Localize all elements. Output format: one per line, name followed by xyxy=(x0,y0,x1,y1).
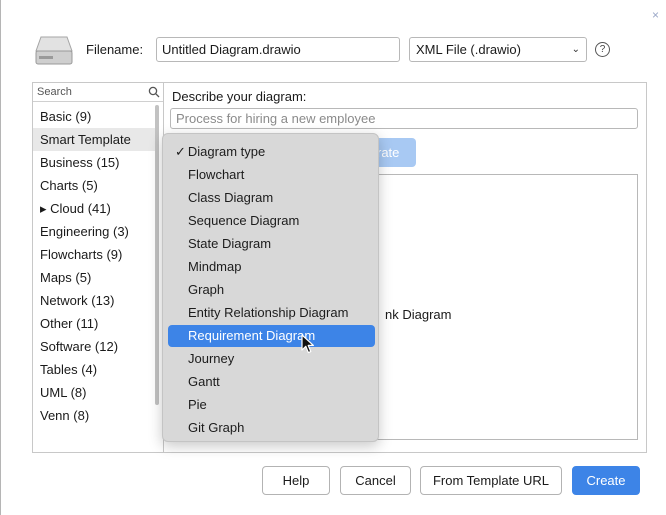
menu-item-gantt[interactable]: Gantt xyxy=(168,371,375,393)
category-tables[interactable]: Tables (4) xyxy=(33,358,157,381)
category-uml[interactable]: UML (8) xyxy=(33,381,157,404)
category-charts[interactable]: Charts (5) xyxy=(33,174,157,197)
menu-item-git-graph[interactable]: Git Graph xyxy=(168,417,375,439)
category-cloud[interactable]: ▸ Cloud (41) xyxy=(33,197,157,220)
menu-item-requirement-diagram[interactable]: Requirement Diagram xyxy=(168,325,375,347)
menu-item-diagram-type[interactable]: ✓ Diagram type xyxy=(168,141,375,163)
filename-input[interactable] xyxy=(156,37,400,62)
hard-drive-icon xyxy=(35,36,73,65)
menu-item-flowchart[interactable]: Flowchart xyxy=(168,164,375,186)
menu-item-sequence-diagram[interactable]: Sequence Diagram xyxy=(168,210,375,232)
filename-label: Filename: xyxy=(86,42,144,57)
dialog-border xyxy=(0,0,1,515)
cancel-button[interactable]: Cancel xyxy=(340,466,411,495)
menu-item-graph[interactable]: Graph xyxy=(168,279,375,301)
category-smart-template[interactable]: Smart Template xyxy=(33,128,157,151)
menu-item-state-diagram[interactable]: State Diagram xyxy=(168,233,375,255)
menu-item-entity-relationship[interactable]: Entity Relationship Diagram xyxy=(168,302,375,324)
search-icon[interactable] xyxy=(148,86,160,98)
create-button[interactable]: Create xyxy=(572,466,640,495)
diagram-type-menu: ✓ Diagram type Flowchart Class Diagram Se… xyxy=(162,133,379,442)
category-other[interactable]: Other (11) xyxy=(33,312,157,335)
mouse-pointer-icon xyxy=(301,334,314,354)
category-software[interactable]: Software (12) xyxy=(33,335,157,358)
chevron-down-icon: ⌄ xyxy=(571,44,580,55)
describe-input[interactable] xyxy=(170,108,638,129)
category-venn[interactable]: Venn (8) xyxy=(33,404,157,427)
from-template-url-button[interactable]: From Template URL xyxy=(420,466,562,495)
close-icon[interactable]: × xyxy=(652,8,659,22)
category-maps[interactable]: Maps (5) xyxy=(33,266,157,289)
category-flowcharts[interactable]: Flowcharts (9) xyxy=(33,243,157,266)
search-input[interactable] xyxy=(33,83,163,102)
menu-item-label: Diagram type xyxy=(187,144,266,159)
menu-item-mindmap[interactable]: Mindmap xyxy=(168,256,375,278)
menu-item-class-diagram[interactable]: Class Diagram xyxy=(168,187,375,209)
describe-label: Describe your diagram: xyxy=(172,89,307,104)
menu-item-pie[interactable]: Pie xyxy=(168,394,375,416)
help-circle-icon[interactable]: ? xyxy=(595,42,610,57)
preview-text: nk Diagram xyxy=(385,307,452,322)
category-basic[interactable]: Basic (9) xyxy=(33,105,157,128)
checkmark-icon: ✓ xyxy=(175,144,186,159)
category-engineering[interactable]: Engineering (3) xyxy=(33,220,157,243)
category-list: Basic (9) Smart Template Business (15) C… xyxy=(33,105,157,427)
category-network[interactable]: Network (13) xyxy=(33,289,157,312)
category-panel: Basic (9) Smart Template Business (15) C… xyxy=(32,82,163,453)
format-select[interactable]: XML File (.drawio) ⌄ xyxy=(409,37,587,62)
category-scrollbar[interactable] xyxy=(155,105,159,405)
category-business[interactable]: Business (15) xyxy=(33,151,157,174)
menu-item-journey[interactable]: Journey xyxy=(168,348,375,370)
help-button[interactable]: Help xyxy=(262,466,330,495)
format-select-value: XML File (.drawio) xyxy=(416,42,521,57)
